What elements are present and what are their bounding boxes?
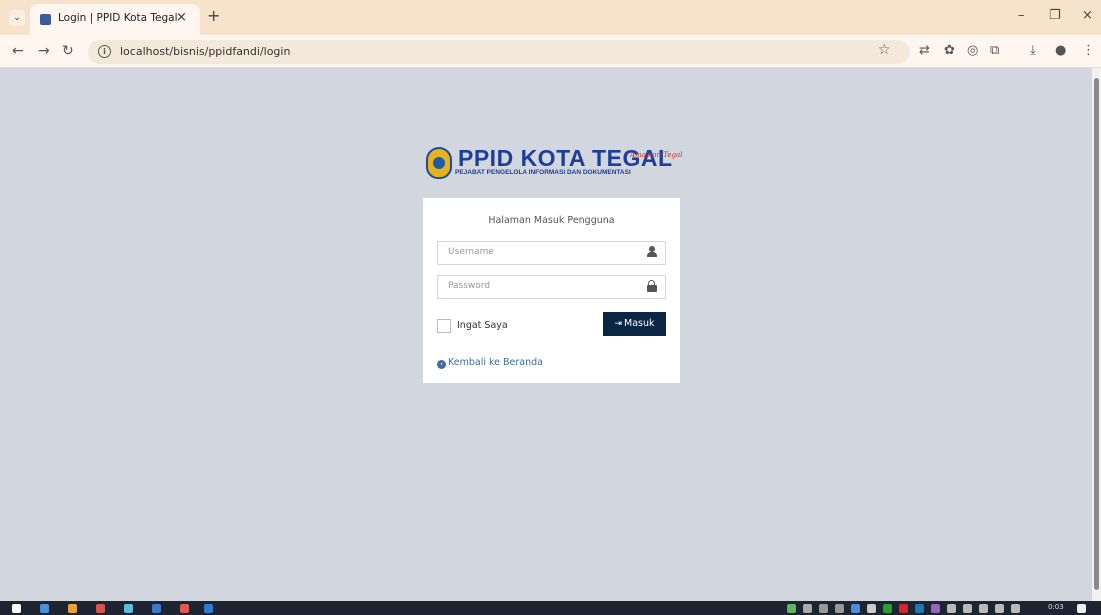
circle-arrow-left-icon: ‹ <box>437 360 446 369</box>
app-taskbar-icon[interactable] <box>96 604 105 613</box>
tray-icon-14[interactable] <box>995 604 1004 613</box>
site-favicon-icon <box>40 14 51 25</box>
tray-icon-5[interactable] <box>851 604 860 613</box>
restore-button[interactable]: ❐ <box>1049 8 1061 23</box>
browser-tab[interactable]: Login | PPID Kota Tegal × <box>30 4 200 35</box>
password-placeholder: Password <box>448 281 491 291</box>
username-placeholder: Username <box>448 247 494 257</box>
browser-tab-strip: ⌄ Login | PPID Kota Tegal × + – ❐ × <box>0 0 1101 35</box>
tray-icon-8[interactable] <box>899 604 908 613</box>
tray-icon-6[interactable] <box>867 604 876 613</box>
tray-icon-7[interactable] <box>883 604 892 613</box>
ppid-logo: PPID KOTA TEGAL PEJABAT PENGELOLA INFORM… <box>426 145 682 185</box>
remember-checkbox[interactable] <box>437 319 451 333</box>
forward-arrow-icon[interactable]: → <box>38 43 50 59</box>
close-window-button[interactable]: × <box>1082 8 1093 23</box>
notification-icon[interactable] <box>1077 604 1086 613</box>
vscode-taskbar-icon[interactable] <box>204 604 213 613</box>
minimize-button[interactable]: – <box>1018 8 1025 23</box>
app-taskbar-icon-4[interactable] <box>180 604 189 613</box>
extensions-puzzle-icon[interactable]: ⧉ <box>990 43 999 58</box>
tray-icon-10[interactable] <box>931 604 940 613</box>
tray-icon-2[interactable] <box>803 604 812 613</box>
back-to-home-label: Kembali ke Beranda <box>448 357 543 368</box>
windows-taskbar: 0:03 <box>0 601 1101 615</box>
back-arrow-icon[interactable]: ← <box>12 43 24 59</box>
url-text: localhost/bisnis/ppidfandi/login <box>120 45 291 58</box>
tray-icon-4[interactable] <box>835 604 844 613</box>
login-title: Halaman Masuk Pengguna <box>488 215 615 226</box>
password-field[interactable]: Password <box>437 275 666 299</box>
tray-icon-9[interactable] <box>915 604 924 613</box>
sign-in-icon: ⇥ <box>614 319 623 329</box>
masuk-button[interactable]: ⇥ Masuk <box>603 312 666 336</box>
translate-icon[interactable]: ⇄ <box>919 43 930 58</box>
extension-icon[interactable]: ✿ <box>944 43 955 58</box>
site-info-icon[interactable]: i <box>98 45 111 58</box>
address-bar[interactable]: i localhost/bisnis/ppidfandi/login ☆ <box>88 40 910 64</box>
tray-icon-13[interactable] <box>979 604 988 613</box>
taskbar-clock[interactable]: 0:03 <box>1048 603 1064 611</box>
app-taskbar-icon-3[interactable] <box>152 604 161 613</box>
tray-icon-15[interactable] <box>1011 604 1020 613</box>
tab-close-icon[interactable]: × <box>176 10 187 25</box>
login-box: Halaman Masuk Pengguna Username Password… <box>423 198 680 383</box>
bookmark-star-icon[interactable]: ☆ <box>878 42 891 58</box>
page-scrollbar[interactable] <box>1092 68 1101 601</box>
tray-icon-11[interactable] <box>947 604 956 613</box>
username-field[interactable]: Username <box>437 241 666 265</box>
masuk-label: Masuk <box>624 318 655 329</box>
profile-icon[interactable]: ● <box>1055 43 1066 58</box>
scrollbar-thumb[interactable] <box>1094 78 1099 590</box>
city-seal-icon <box>426 147 452 179</box>
remember-label[interactable]: Ingat Saya <box>457 320 508 331</box>
user-icon <box>646 246 657 259</box>
tab-list-chevron-icon[interactable]: ⌄ <box>9 10 25 26</box>
back-to-home-link[interactable]: ‹ Kembali ke Beranda <box>437 357 543 369</box>
menu-dots-icon[interactable]: ⋮ <box>1082 43 1095 58</box>
tray-icon-3[interactable] <box>819 604 828 613</box>
logo-subtitle: PEJABAT PENGELOLA INFORMASI DAN DOKUMENT… <box>455 169 631 176</box>
screenshot-icon[interactable]: ◎ <box>967 43 978 58</box>
tab-title: Login | PPID Kota Tegal <box>58 12 178 24</box>
lock-icon <box>646 280 657 293</box>
task-view-icon[interactable] <box>40 604 49 613</box>
reload-icon[interactable]: ↻ <box>62 43 74 59</box>
start-icon[interactable] <box>12 604 21 613</box>
tray-icon-1[interactable] <box>787 604 796 613</box>
chrome-taskbar-icon[interactable] <box>68 604 77 613</box>
new-tab-button[interactable]: + <box>207 6 220 25</box>
logo-signature: Amalkan Tegal <box>630 151 683 159</box>
tray-icon-12[interactable] <box>963 604 972 613</box>
download-icon[interactable]: ⤓ <box>1030 43 1036 58</box>
app-taskbar-icon-2[interactable] <box>124 604 133 613</box>
browser-toolbar: ← → ↻ i localhost/bisnis/ppidfandi/login… <box>0 35 1101 68</box>
